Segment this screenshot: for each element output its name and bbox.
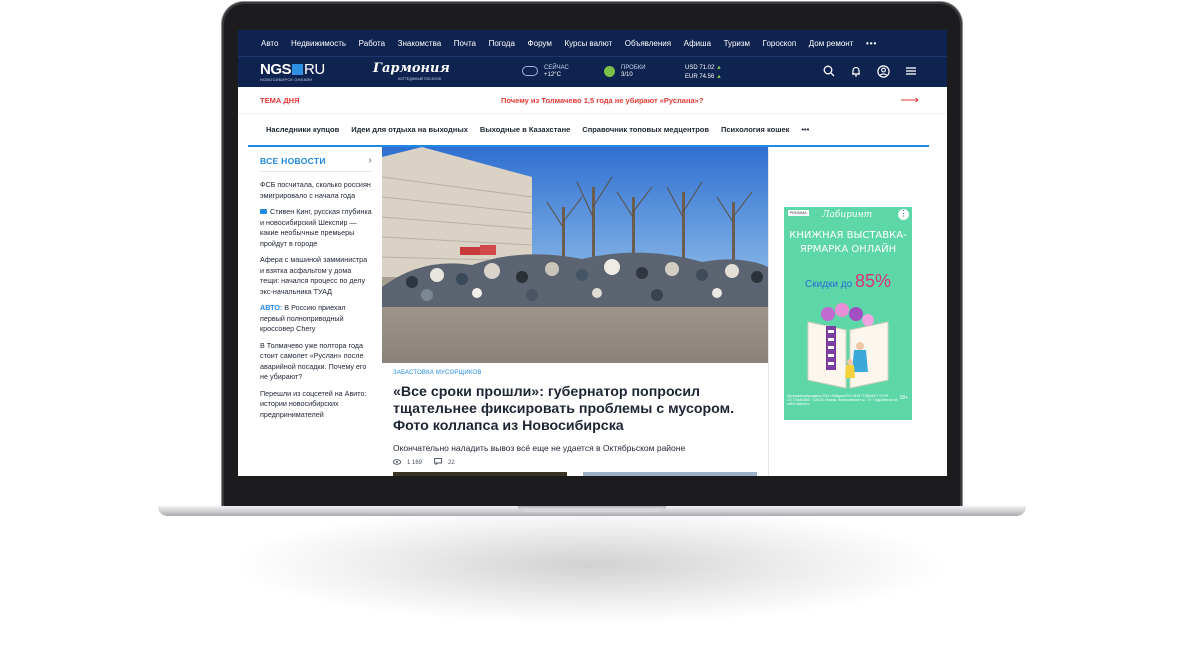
- partner-logo[interactable]: Гармония: [373, 61, 450, 76]
- thumbnail-image[interactable]: [393, 472, 567, 476]
- top-nav-item[interactable]: Форум: [528, 39, 552, 48]
- news-item-text: Афера с машиной замминистра и взятка асф…: [260, 255, 368, 296]
- top-nav-item[interactable]: Знакомства: [398, 39, 442, 48]
- traffic-widget[interactable]: ПРОБКИ 3/10: [604, 64, 646, 78]
- logo-subtitle: НОВОСИБИРСК ОНЛАЙН: [260, 77, 313, 82]
- weather-widget[interactable]: СЕЙЧАС +12°C: [522, 64, 569, 78]
- comments-count[interactable]: 22: [448, 460, 455, 466]
- ad-legal-text: Организатор/продавец ООО «Лабиринт.РУ» И…: [787, 394, 898, 406]
- usd-rate: USD 71.02: [685, 65, 715, 71]
- weather-value: +12°C: [544, 72, 561, 78]
- arrow-up-icon: ▲: [716, 65, 722, 71]
- top-nav-item[interactable]: Недвижимость: [291, 39, 346, 48]
- laptop-notch: [518, 506, 666, 512]
- topic-headline-link[interactable]: Почему из Толмачево 1,5 года не убирают …: [501, 96, 703, 105]
- rubric-link[interactable]: Выходные в Казахстане: [480, 125, 570, 134]
- article-title[interactable]: «Все сроки прошли»: губернатор попросил …: [393, 384, 758, 435]
- rubrics-more-button[interactable]: •••: [801, 125, 809, 134]
- header-icons: [823, 65, 917, 78]
- news-item-text: Стивен Кинг, русская глубинка и новосиби…: [260, 207, 372, 248]
- top-nav-item[interactable]: Курсы валют: [564, 39, 612, 48]
- news-item-rubric: АВТО:: [260, 303, 283, 312]
- rubric-link[interactable]: Психология кошек: [721, 125, 789, 134]
- cloud-icon: [522, 66, 538, 76]
- topic-label: ТЕМА ДНЯ: [260, 95, 300, 105]
- top-nav-item[interactable]: Дом ремонт: [809, 39, 854, 48]
- ad-badge: РЕКЛАМА: [788, 210, 809, 216]
- ad-headline-line1: КНИЖНАЯ ВЫСТАВКА-: [789, 230, 907, 241]
- rubric-link[interactable]: Наследники купцов: [266, 125, 339, 134]
- rubrics-bar: Наследники купцов Идеи для отдыха на вых…: [248, 114, 929, 147]
- top-nav-more-button[interactable]: •••: [866, 39, 877, 48]
- site-logo[interactable]: NGS RU: [260, 61, 325, 78]
- top-nav-item[interactable]: Погода: [489, 39, 515, 48]
- news-sidebar: ВСЕ НОВОСТИ › ФСБ посчитала, сколько рос…: [260, 155, 372, 426]
- arrow-up-icon: ▲: [716, 74, 722, 80]
- currency-rates[interactable]: USD 71.02 ▲ EUR 74.56 ▲: [685, 64, 722, 82]
- views-count: 1 169: [407, 459, 423, 466]
- laptop-screen: Авто Недвижимость Работа Знакомства Почт…: [238, 30, 947, 476]
- thumbnail-image[interactable]: [583, 472, 757, 476]
- news-item[interactable]: Афера с машиной замминистра и взятка асф…: [260, 255, 372, 297]
- age-rating: 18+: [899, 395, 908, 401]
- traffic-icon: [604, 65, 615, 77]
- main-article: ЗАБАСТОВКА МУСОРЩИКОВ «Все сроки прошли»…: [382, 147, 768, 476]
- ad-discount-value: 85%: [854, 271, 891, 291]
- laptop-shadow: [230, 505, 950, 625]
- ad-brand: Лабиринт: [822, 210, 873, 220]
- logo-square-icon: [292, 64, 304, 75]
- news-item[interactable]: ФСБ посчитала, сколько россиян эмигриров…: [260, 180, 372, 201]
- traffic-value: 3/10: [621, 72, 633, 78]
- partner-subtitle: КОТТЕДЖНЫЙ ПОСЕЛОК: [398, 77, 442, 81]
- rubric-link[interactable]: Идеи для отдыха на выходных: [351, 125, 468, 134]
- top-nav-item[interactable]: Туризм: [724, 39, 750, 48]
- logo-ru: RU: [304, 61, 325, 78]
- ad-discount-label: Скидки до: [805, 279, 853, 290]
- news-item-text: В Толмачево уже полтора года стоит самол…: [260, 340, 367, 382]
- user-icon[interactable]: [877, 65, 890, 78]
- top-nav-item[interactable]: Почта: [454, 39, 476, 48]
- related-thumbnails: [393, 472, 757, 476]
- top-nav-item[interactable]: Работа: [359, 39, 385, 48]
- content-area: ВСЕ НОВОСТИ › ФСБ посчитала, сколько рос…: [238, 147, 947, 476]
- news-item[interactable]: В Толмачево уже полтора года стоит самол…: [260, 341, 372, 383]
- rubric-link[interactable]: Справочник топовых медцентров: [582, 125, 709, 134]
- eye-icon: [392, 458, 402, 467]
- top-nav-item[interactable]: Авто: [261, 39, 278, 48]
- traffic-label: ПРОБКИ: [621, 65, 646, 71]
- more-options-icon[interactable]: ⋮: [898, 209, 909, 220]
- bell-icon[interactable]: [850, 65, 862, 78]
- top-nav-item[interactable]: Гороскоп: [763, 39, 797, 48]
- article-stats: 1 169 22: [392, 458, 768, 467]
- news-item[interactable]: Перешли из соцсетей на Авито: истории но…: [260, 389, 372, 421]
- book-illustration: [807, 303, 889, 389]
- sidebar-title: ВСЕ НОВОСТИ: [260, 155, 326, 166]
- eur-rate: EUR 74.56: [685, 74, 715, 80]
- logo-text: NGS: [260, 61, 292, 78]
- news-item-text: ФСБ посчитала, сколько россиян эмигриров…: [260, 180, 371, 200]
- sidebar-header[interactable]: ВСЕ НОВОСТИ ›: [260, 155, 372, 172]
- article-photo[interactable]: [382, 147, 768, 363]
- news-item-text: Перешли из соцсетей на Авито: истории но…: [260, 388, 367, 419]
- video-camera-icon: [260, 209, 267, 214]
- top-nav: Авто Недвижимость Работа Знакомства Почт…: [238, 30, 947, 56]
- chevron-right-icon: ›: [368, 155, 372, 166]
- weather-label: СЕЙЧАС: [544, 65, 569, 71]
- article-rubric[interactable]: ЗАБАСТОВКА МУСОРЩИКОВ: [393, 370, 768, 376]
- top-nav-item[interactable]: Афиша: [684, 39, 711, 48]
- ad-discount: Скидки до 85%: [784, 271, 912, 292]
- ad-banner[interactable]: РЕКЛАМА Лабиринт ⋮ КНИЖНАЯ ВЫСТАВКА- ЯРМ…: [784, 207, 912, 420]
- article-lead: Окончательно наладить вывоз всё еще не у…: [393, 443, 686, 453]
- top-nav-item[interactable]: Объявления: [625, 39, 671, 48]
- topic-of-day-bar: ТЕМА ДНЯ Почему из Толмачево 1,5 года не…: [238, 87, 947, 114]
- search-icon[interactable]: [823, 65, 835, 78]
- news-item[interactable]: АВТО: В Россию приехал первый полноприво…: [260, 303, 372, 335]
- comment-icon[interactable]: [434, 458, 442, 467]
- menu-icon[interactable]: [905, 65, 917, 78]
- arrow-right-icon[interactable]: ⟶: [900, 92, 919, 108]
- column-divider: [768, 147, 769, 476]
- site-header: NGS RU НОВОСИБИРСК ОНЛАЙН Гармония КОТТЕД…: [238, 56, 947, 87]
- news-item[interactable]: Стивен Кинг, русская глубинка и новосиби…: [260, 207, 372, 249]
- ad-headline-line2: ЯРМАРКА ОНЛАЙН: [799, 244, 897, 255]
